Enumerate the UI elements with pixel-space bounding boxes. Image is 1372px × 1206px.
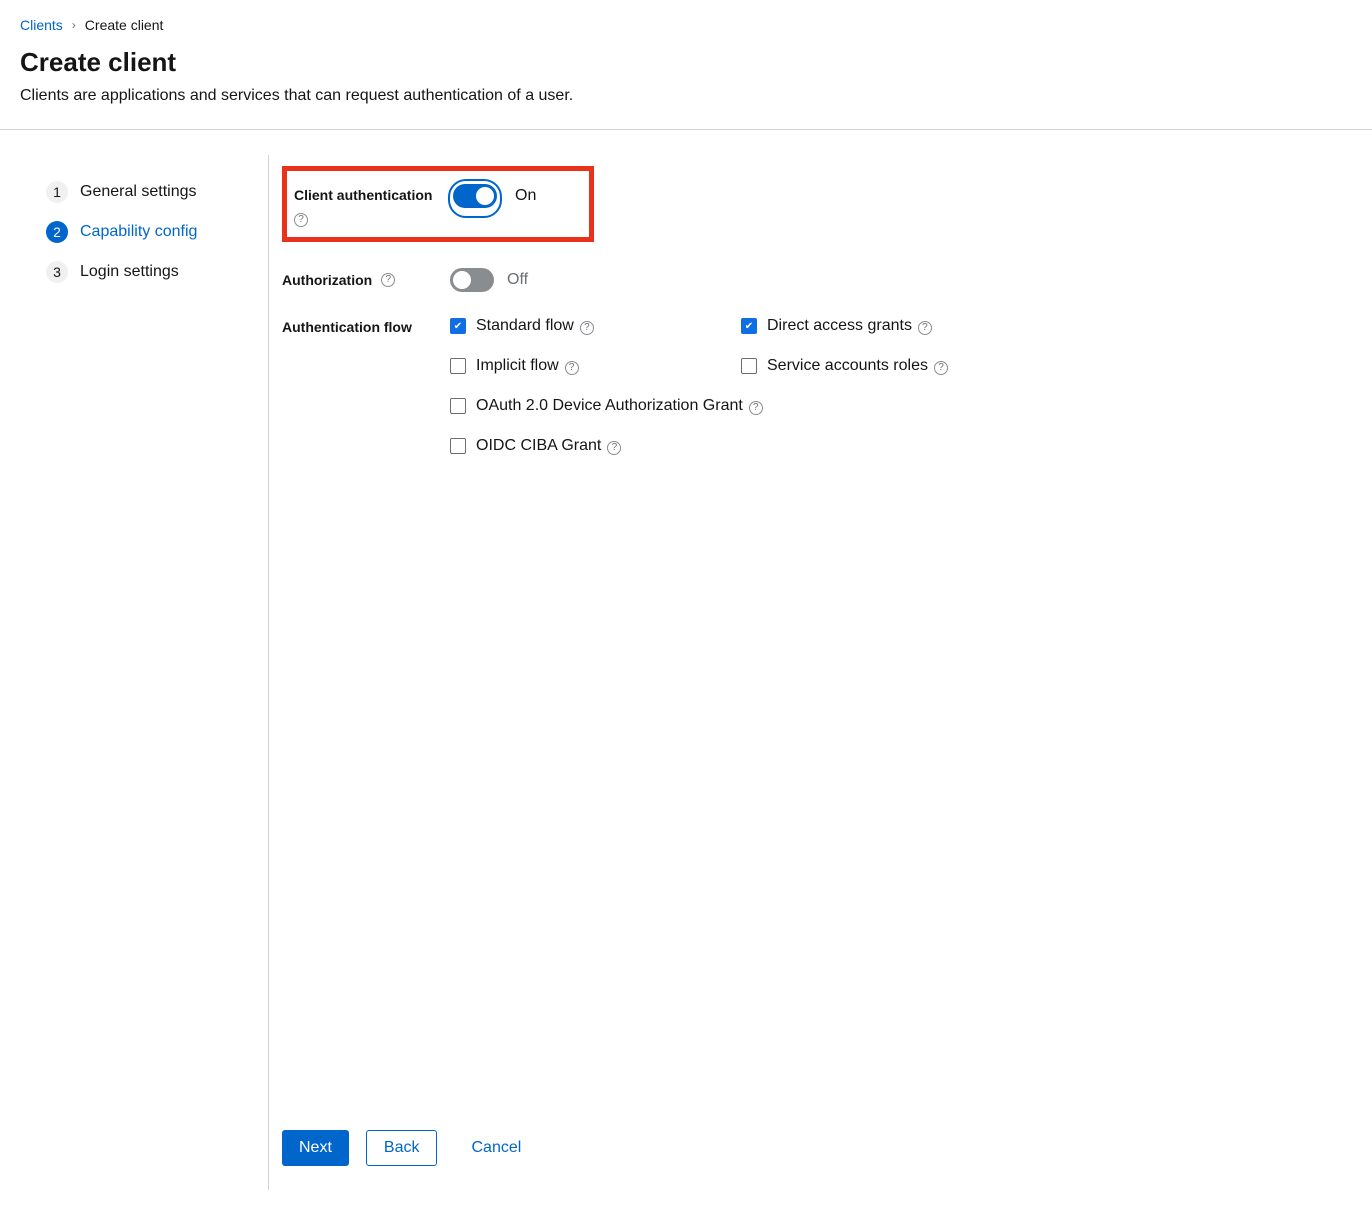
checkbox[interactable] xyxy=(741,358,757,374)
breadcrumb-current: Create client xyxy=(85,17,164,33)
page-subtitle: Clients are applications and services th… xyxy=(20,86,1352,107)
step-label: Capability config xyxy=(80,223,197,241)
option-implicit-flow[interactable]: Implicit flow ? xyxy=(450,357,741,375)
toggle-track xyxy=(453,184,497,208)
step-number-badge: 2 xyxy=(46,221,68,243)
wizard-step-general-settings[interactable]: 1 General settings xyxy=(46,181,268,203)
help-icon[interactable]: ? xyxy=(607,441,621,455)
help-icon[interactable]: ? xyxy=(565,361,579,375)
option-oidc-ciba-grant[interactable]: OIDC CIBA Grant ? xyxy=(450,437,948,455)
authentication-flow-group: Authentication flow ✔ Standard flow ? ✔ … xyxy=(282,317,1372,455)
toggle-knob xyxy=(453,271,471,289)
wizard-content: 1 General settings 2 Capability config 3… xyxy=(0,155,1372,1190)
cancel-link[interactable]: Cancel xyxy=(471,1139,521,1157)
step-label: General settings xyxy=(80,183,197,201)
wizard-step-capability-config[interactable]: 2 Capability config xyxy=(46,221,268,243)
help-icon[interactable]: ? xyxy=(294,213,308,227)
page-header: Clients › Create client Create client Cl… xyxy=(0,0,1372,130)
help-icon[interactable]: ? xyxy=(918,321,932,335)
step-label: Login settings xyxy=(80,263,179,281)
breadcrumb-link-clients[interactable]: Clients xyxy=(20,17,63,33)
option-oauth-device-authorization-grant[interactable]: OAuth 2.0 Device Authorization Grant ? xyxy=(450,397,948,415)
checkbox[interactable]: ✔ xyxy=(450,318,466,334)
wizard-actions: Next Back Cancel xyxy=(282,1130,1372,1166)
client-authentication-toggle[interactable] xyxy=(448,179,502,218)
checkbox[interactable] xyxy=(450,438,466,454)
next-button[interactable]: Next xyxy=(282,1130,349,1166)
help-icon[interactable]: ? xyxy=(749,401,763,415)
authorization-group: Authorization ? Off xyxy=(282,268,1372,292)
breadcrumb: Clients › Create client xyxy=(20,17,1352,33)
option-service-accounts-roles[interactable]: Service accounts roles ? xyxy=(741,357,948,375)
capability-config-form: Client authentication ? On Authorization… xyxy=(269,155,1372,1190)
back-button[interactable]: Back xyxy=(366,1130,438,1166)
option-direct-access-grants[interactable]: ✔ Direct access grants ? xyxy=(741,317,948,335)
checkbox[interactable] xyxy=(450,358,466,374)
client-authentication-group: Client authentication ? On xyxy=(294,179,589,227)
authorization-state: Off xyxy=(507,268,528,292)
checkbox[interactable] xyxy=(450,398,466,414)
authentication-flow-label: Authentication flow xyxy=(282,318,450,336)
annotation-highlight-box: Client authentication ? On xyxy=(282,166,594,242)
client-authentication-state: On xyxy=(515,179,536,213)
step-number-badge: 1 xyxy=(46,181,68,203)
authorization-toggle[interactable] xyxy=(450,268,494,292)
page-title: Create client xyxy=(20,48,1352,77)
wizard-step-nav: 1 General settings 2 Capability config 3… xyxy=(0,155,269,1190)
option-standard-flow[interactable]: ✔ Standard flow ? xyxy=(450,317,741,335)
wizard-step-login-settings[interactable]: 3 Login settings xyxy=(46,261,268,283)
authorization-label: Authorization xyxy=(282,271,372,289)
step-number-badge: 3 xyxy=(46,261,68,283)
help-icon[interactable]: ? xyxy=(381,273,395,287)
breadcrumb-separator-icon: › xyxy=(72,19,76,31)
client-authentication-label: Client authentication xyxy=(294,186,448,204)
help-icon[interactable]: ? xyxy=(580,321,594,335)
toggle-knob xyxy=(476,187,494,205)
authentication-flow-options: ✔ Standard flow ? ✔ Direct access grants… xyxy=(450,317,948,455)
help-icon[interactable]: ? xyxy=(934,361,948,375)
checkbox[interactable]: ✔ xyxy=(741,318,757,334)
